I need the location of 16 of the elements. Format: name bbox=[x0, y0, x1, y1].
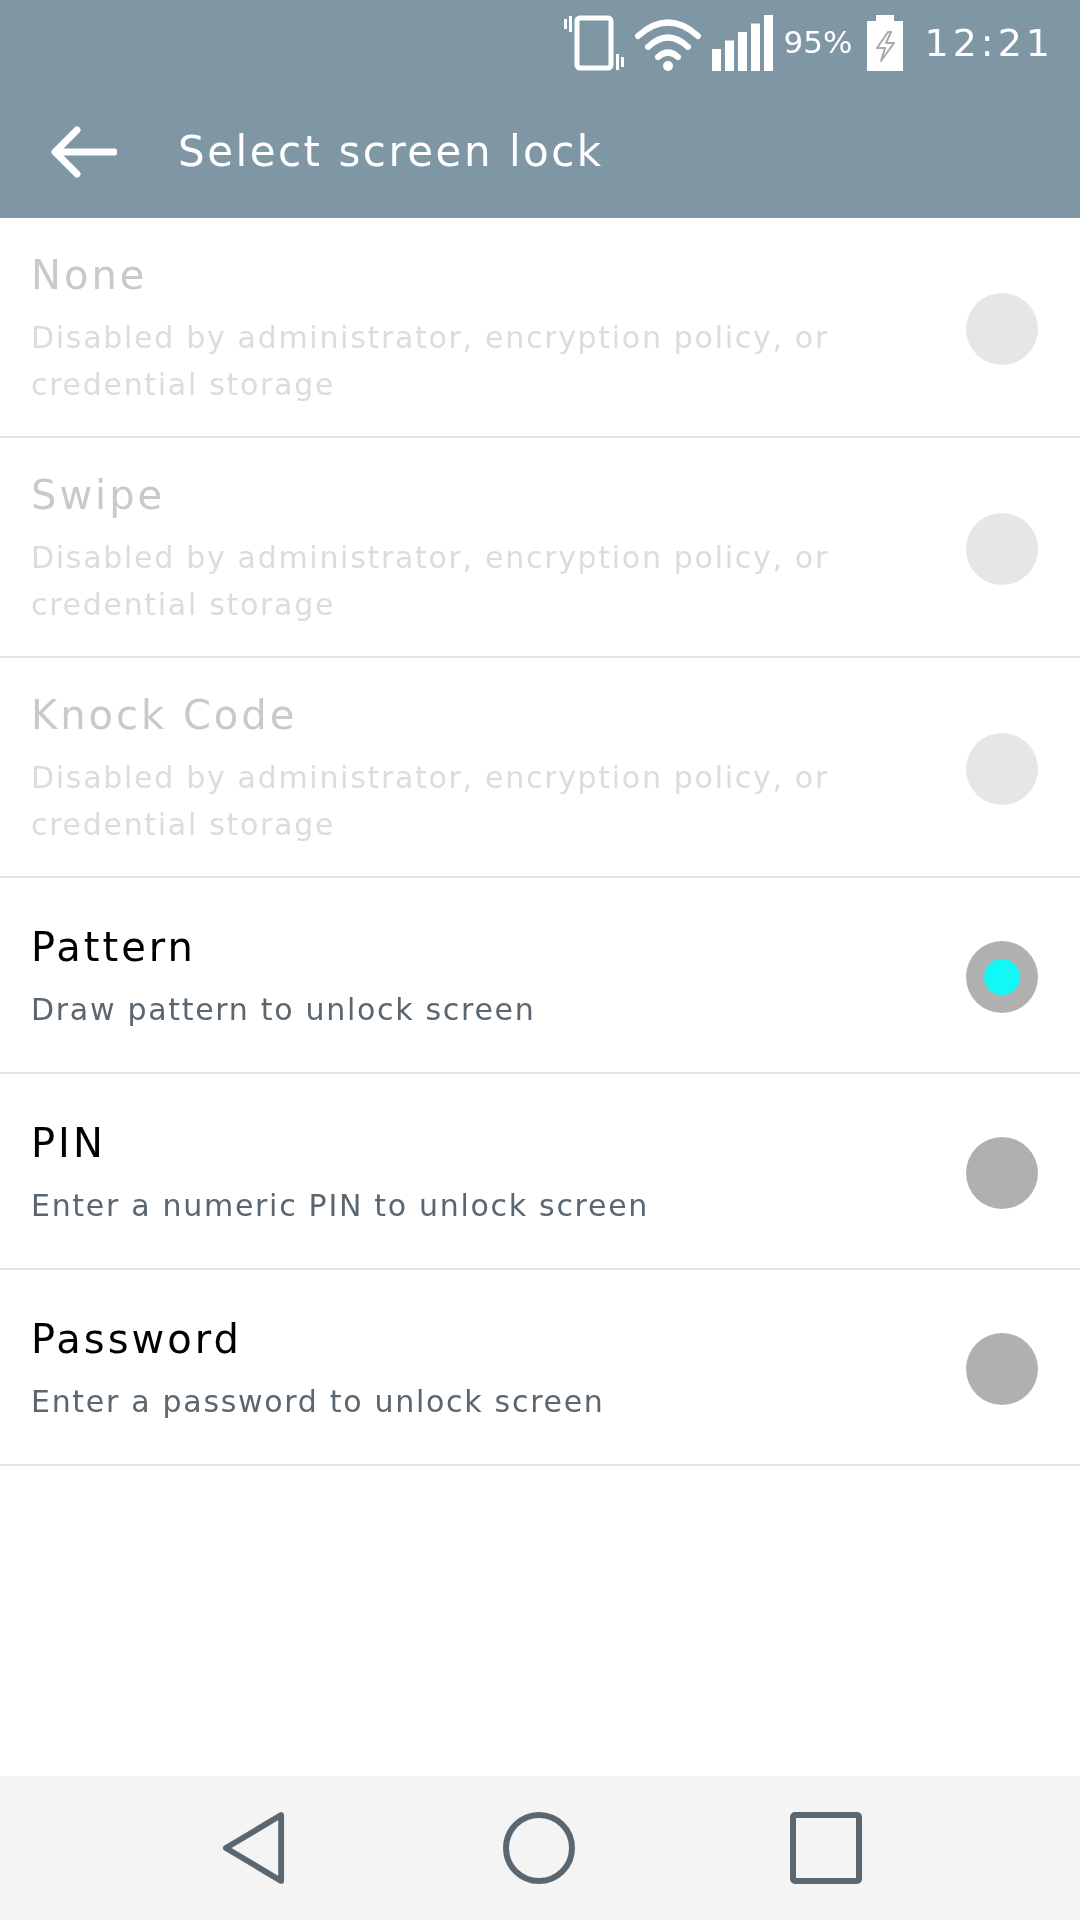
option-description: Enter a password to unlock screen bbox=[31, 1382, 606, 1421]
clock-time: 12:21 bbox=[924, 23, 1054, 62]
battery-level: 95% bbox=[783, 27, 853, 58]
option-title: Pattern bbox=[31, 922, 197, 972]
charging-battery-icon bbox=[867, 14, 904, 71]
back-icon[interactable] bbox=[223, 1812, 285, 1884]
option-title: Password bbox=[31, 1314, 243, 1364]
option-title: PIN bbox=[31, 1118, 107, 1168]
home-icon[interactable] bbox=[503, 1812, 575, 1884]
screen-title: Select screen lock bbox=[178, 127, 604, 176]
signal-icon bbox=[711, 14, 773, 71]
option-description: Enter a numeric PIN to unlock screen bbox=[31, 1186, 650, 1225]
recents-icon[interactable] bbox=[790, 1812, 862, 1884]
back-arrow-icon[interactable] bbox=[51, 125, 117, 178]
vibrate-icon bbox=[563, 14, 624, 71]
option-description: Draw pattern to unlock screen bbox=[31, 990, 537, 1029]
